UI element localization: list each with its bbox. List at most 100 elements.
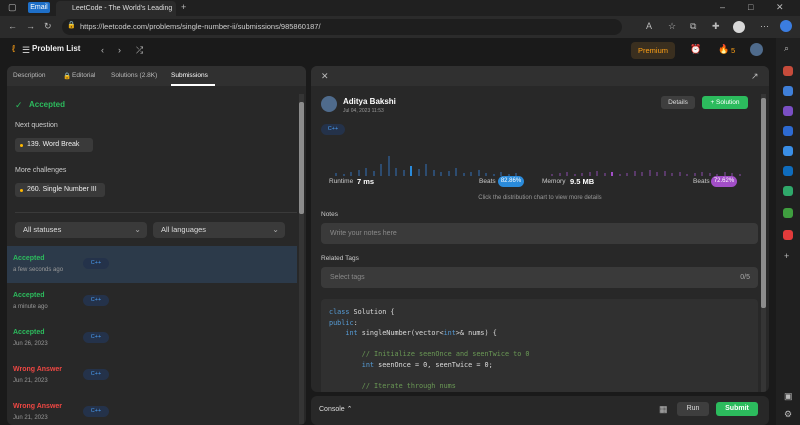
url-field[interactable]: https://leetcode.com/problems/single-num… [62,19,622,35]
collections-icon[interactable]: ⧉ [690,22,696,31]
submit-button[interactable]: Submit [716,402,758,416]
sidebar-add-icon[interactable]: + [784,252,789,261]
calendar-icon[interactable]: ▦ [659,405,668,414]
run-button[interactable]: Run [677,402,709,416]
runtime-label: Runtime [329,178,354,185]
sidebar-search-icon[interactable]: ⌕ [784,44,789,53]
sidebar-outlook-icon[interactable] [783,166,793,176]
back-icon[interactable]: ← [8,22,17,31]
browser-tab[interactable]: LeetCode - The World's Leading [56,1,176,16]
shuffle-icon[interactable]: ⤮ [136,46,143,55]
sidebar-app-icon[interactable] [783,230,793,240]
status-filter-value: All statuses [23,225,62,234]
distribution-bar [558,173,561,176]
tags-select[interactable]: Select tags 0/5 [321,267,758,288]
notes-input[interactable]: Write your notes here [321,223,758,244]
tab-description[interactable]: Description [13,72,46,79]
alarm-icon[interactable]: ⏰ [690,45,701,54]
profile-avatar[interactable] [733,21,745,33]
submission-row[interactable]: Accepted a few seconds ago C++ [7,246,297,283]
close-window-icon[interactable]: ✕ [776,3,784,12]
runtime-beats-badge: 82.86% [498,176,524,187]
refresh-icon[interactable]: ↻ [44,22,52,31]
sidebar-send-icon[interactable] [783,186,793,196]
submission-date: Jul 04, 2023 11:53 [343,108,384,114]
status-filter-select[interactable]: All statuses ⌄ [15,222,147,238]
maximize-icon[interactable]: □ [748,3,753,12]
list-icon[interactable]: ☰ [22,46,30,55]
left-scrollbar-thumb[interactable] [299,102,304,214]
distribution-bar [671,173,673,176]
sidebar-shopping-icon[interactable] [783,66,793,76]
language-filter-select[interactable]: All languages ⌄ [153,222,285,238]
active-tab-underline [171,84,215,86]
submission-row[interactable]: Wrong Answer Jun 21, 2023 C++ [7,357,297,394]
extensions-icon[interactable]: ✚ [712,22,720,31]
distribution-bar [603,173,606,176]
submission-status: Accepted [13,329,45,336]
distribution-bar [566,172,568,176]
left-panel: Description 🔒 Editorial Solutions (2.8K)… [7,66,306,425]
submission-row[interactable]: Accepted a minute ago C++ [7,283,297,320]
tab-solutions[interactable]: Solutions (2.8K) [111,72,157,79]
minimize-icon[interactable]: – [720,3,725,12]
lock-icon: 🔒 [67,22,76,29]
close-icon[interactable]: ✕ [321,72,329,81]
submission-row[interactable]: Accepted Jun 26, 2023 C++ [7,320,297,357]
next-question-title: 139. Word Break [27,141,80,148]
memory-distribution-chart[interactable] [551,144,751,176]
submitter-name[interactable]: Aditya Bakshi [343,97,396,106]
distribution-bar [477,170,480,176]
code-line: public: [329,318,358,327]
read-aloud-icon[interactable]: A [646,22,652,31]
sidebar-tree-icon[interactable] [783,208,793,218]
more-challenge-link[interactable]: 260. Single Number III [15,183,105,197]
prev-problem-icon[interactable]: ‹ [101,46,104,55]
submission-row[interactable]: Wrong Answer Jun 21, 2023 C++ [7,394,297,425]
language-badge: C++ [321,124,345,135]
code-block[interactable]: class Solution {public: int singleNumber… [321,299,758,392]
new-tab-icon[interactable]: + [181,3,186,12]
window-menu-icon[interactable]: ▢ [8,3,17,12]
tab-submissions[interactable]: Submissions [171,72,208,79]
problem-list-link[interactable]: Problem List [32,44,80,53]
distribution-bar [738,174,741,176]
distribution-bar [663,171,666,176]
share-icon[interactable]: ↗ [751,72,759,81]
more-menu-icon[interactable]: ⋯ [760,22,769,31]
leetcode-logo-icon[interactable]: ℓ [12,44,15,55]
memory-label: Memory [542,178,566,185]
solution-button-label: Solution [716,99,740,106]
distribution-bar [633,171,636,176]
sidebar-tag-icon[interactable] [783,86,793,96]
tags-placeholder: Select tags [330,274,365,281]
solution-button[interactable]: + Solution [702,96,748,109]
distribution-bar [573,174,576,176]
next-question-link[interactable]: 139. Word Break [15,138,93,152]
next-problem-icon[interactable]: › [118,46,121,55]
console-toggle[interactable]: Console ⌃ [319,405,353,413]
code-line: // Initialize seenOnce and seenTwice to … [329,350,530,358]
user-avatar[interactable] [750,43,763,56]
console-bar: Console ⌃ ▦ Run Submit [311,396,769,425]
sidebar-settings-icon[interactable]: ⚙ [784,410,792,419]
submission-time: a few seconds ago [13,267,64,273]
memory-beats-label: Beats [693,178,710,185]
sidebar-copilot-icon[interactable] [783,146,793,156]
details-button[interactable]: Details [661,96,695,109]
distribution-bar [678,172,681,176]
sidebar-games-icon[interactable] [783,126,793,136]
premium-button[interactable]: Premium [631,42,675,59]
distribution-bar [425,164,427,176]
runtime-distribution-chart[interactable] [335,144,525,176]
forward-icon[interactable]: → [26,22,35,31]
right-scrollbar-thumb[interactable] [761,98,766,308]
sidebar-tools-icon[interactable] [783,106,793,116]
email-tab-pill[interactable]: Email [28,2,50,13]
distribution-bar [335,173,337,176]
code-line: // Iterate through nums [329,381,456,390]
favorite-icon[interactable]: ☆ [668,22,676,31]
copilot-icon[interactable] [780,20,792,32]
sidebar-layout-icon[interactable]: ▣ [784,392,793,401]
tab-editorial[interactable]: Editorial [72,72,95,79]
